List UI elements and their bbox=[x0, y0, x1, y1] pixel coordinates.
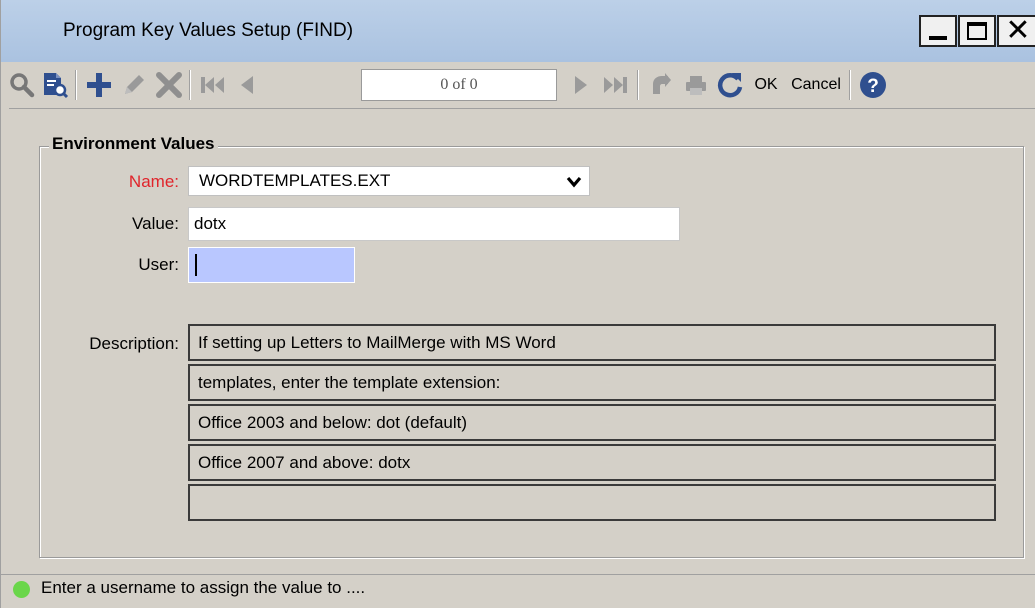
first-record-button[interactable] bbox=[197, 69, 229, 101]
toolbar-separator bbox=[637, 70, 639, 100]
undo-icon bbox=[653, 73, 671, 94]
toolbar-separator bbox=[75, 70, 77, 100]
toolbar-separator bbox=[189, 70, 191, 100]
maximize-icon bbox=[967, 22, 987, 40]
pencil-icon bbox=[125, 75, 144, 94]
toolbar-separator bbox=[849, 70, 851, 100]
ok-button-label: OK bbox=[754, 76, 778, 93]
toolbar: 0 of 0 OK Cancel ? bbox=[1, 62, 1035, 108]
program-key-values-window: Program Key Values Setup (FIND) ✕ 0 of 0… bbox=[0, 0, 1035, 608]
last-record-icon bbox=[604, 77, 627, 93]
print-button[interactable] bbox=[681, 69, 711, 101]
plus-icon bbox=[87, 73, 111, 97]
description-line-3[interactable]: Office 2003 and below: dot (default) bbox=[188, 404, 996, 441]
delete-button[interactable] bbox=[153, 69, 185, 101]
next-arrow-icon bbox=[575, 76, 587, 94]
description-label: Description: bbox=[89, 334, 179, 353]
refresh-icon bbox=[717, 73, 743, 98]
status-message: Enter a username to assign the value to … bbox=[41, 578, 366, 597]
description-line-1[interactable]: If setting up Letters to MailMerge with … bbox=[188, 324, 996, 361]
close-button[interactable]: ✕ bbox=[997, 15, 1035, 47]
close-icon: ✕ bbox=[1005, 13, 1031, 48]
find-button[interactable] bbox=[7, 69, 37, 101]
cancel-button[interactable]: Cancel bbox=[787, 69, 845, 101]
last-record-button[interactable] bbox=[599, 69, 631, 101]
edit-button[interactable] bbox=[119, 69, 149, 101]
magnifier-icon bbox=[10, 73, 35, 98]
text-caret bbox=[195, 254, 197, 276]
group-title: Environment Values bbox=[49, 134, 218, 154]
value-field[interactable]: dotx bbox=[188, 207, 680, 241]
title-bar[interactable]: Program Key Values Setup (FIND) ✕ bbox=[1, 0, 1035, 62]
status-indicator-icon bbox=[13, 581, 30, 598]
cancel-button-label: Cancel bbox=[791, 76, 841, 93]
status-bar: Enter a username to assign the value to … bbox=[1, 574, 1035, 608]
window-title: Program Key Values Setup (FIND) bbox=[63, 20, 354, 41]
record-position-field[interactable]: 0 of 0 bbox=[361, 69, 557, 101]
document-search-icon bbox=[44, 73, 69, 99]
dropdown-button[interactable] bbox=[563, 171, 585, 193]
undo-button[interactable] bbox=[645, 69, 675, 101]
next-record-button[interactable] bbox=[569, 69, 593, 101]
name-select[interactable]: WORDTEMPLATES.EXT bbox=[188, 166, 590, 196]
delete-x-icon bbox=[156, 72, 182, 98]
name-select-value: WORDTEMPLATES.EXT bbox=[199, 171, 391, 190]
description-line-2[interactable]: templates, enter the template extension: bbox=[188, 364, 996, 401]
user-label: User: bbox=[138, 255, 179, 274]
name-label: Name: bbox=[128, 172, 179, 191]
add-button[interactable] bbox=[83, 69, 115, 101]
first-record-icon bbox=[201, 77, 224, 93]
description-line-4[interactable]: Office 2007 and above: dotx bbox=[188, 444, 996, 481]
previous-record-button[interactable] bbox=[235, 69, 259, 101]
previous-arrow-icon bbox=[241, 76, 253, 94]
ok-button[interactable]: OK bbox=[749, 69, 783, 101]
minimize-button[interactable] bbox=[919, 15, 957, 47]
user-field[interactable] bbox=[188, 247, 355, 283]
chevron-down-icon bbox=[566, 176, 582, 188]
description-line-5[interactable] bbox=[188, 484, 996, 521]
svg-text:?: ? bbox=[867, 76, 879, 97]
printer-icon bbox=[686, 76, 706, 95]
browse-button[interactable] bbox=[39, 69, 71, 101]
minimize-icon bbox=[929, 36, 947, 40]
maximize-button[interactable] bbox=[958, 15, 996, 47]
help-icon: ? bbox=[860, 72, 886, 98]
value-label: Value: bbox=[132, 214, 179, 233]
refresh-button[interactable] bbox=[715, 69, 745, 101]
value-field-text: dotx bbox=[194, 214, 227, 233]
help-button[interactable]: ? bbox=[857, 69, 889, 101]
